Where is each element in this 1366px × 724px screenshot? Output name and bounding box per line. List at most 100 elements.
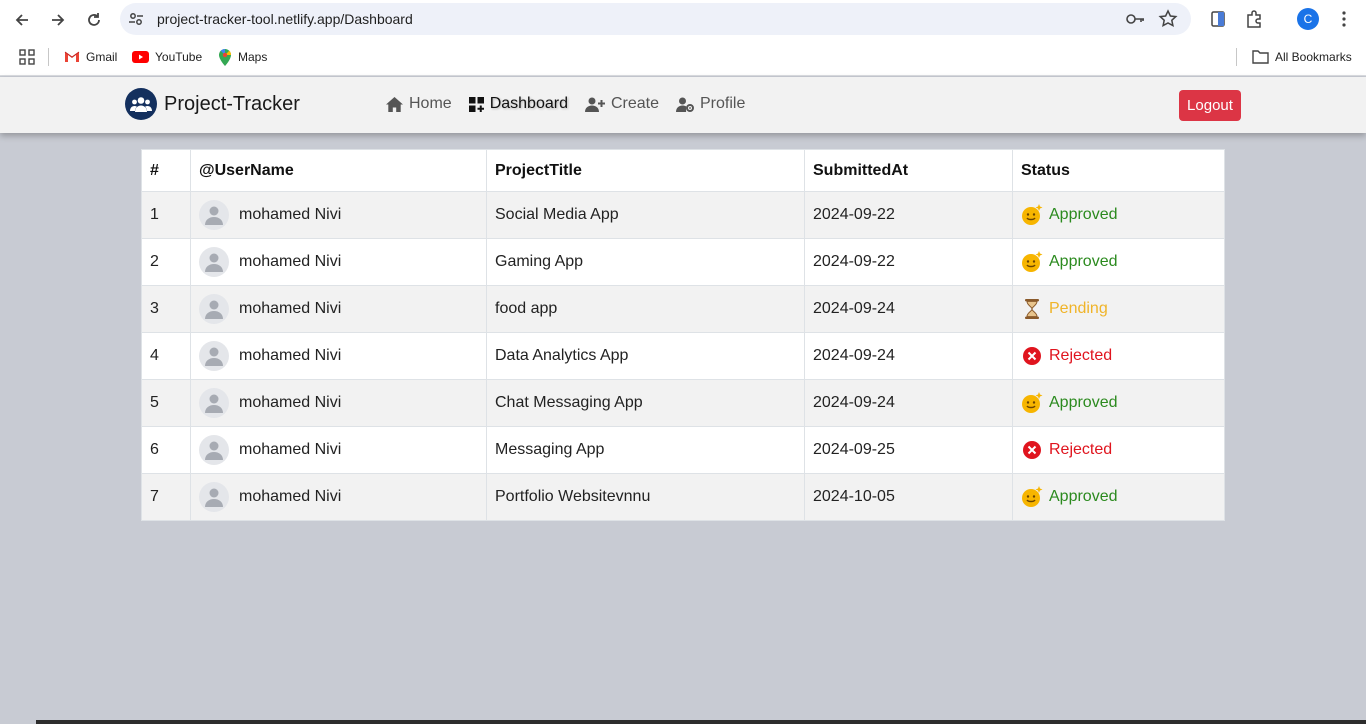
- password-key-icon[interactable]: [1125, 10, 1145, 28]
- row-user: mohamed Nivi: [190, 332, 487, 380]
- back-arrow-icon[interactable]: [11, 9, 33, 31]
- user-name: mohamed Nivi: [239, 347, 342, 364]
- hourglass-icon: [1021, 298, 1043, 320]
- nav-home-label: Home: [409, 95, 452, 112]
- all-bookmarks[interactable]: All Bookmarks: [1252, 48, 1352, 66]
- reload-icon[interactable]: [83, 9, 105, 31]
- table-row[interactable]: 4 mohamed Nivi Data Analytics App 2024-09-2…: [141, 332, 1225, 380]
- header-num: #: [141, 149, 191, 192]
- row-status: Rejected: [1012, 426, 1225, 474]
- table-row[interactable]: 5 mohamed Nivi Chat Messaging App 2024-09-2…: [141, 379, 1225, 427]
- user-name: mohamed Nivi: [239, 441, 342, 458]
- row-number: 4: [141, 332, 191, 380]
- x-circle-icon: [1021, 439, 1043, 461]
- nav-dashboard[interactable]: Dashboard: [468, 95, 568, 113]
- row-status: Pending: [1012, 285, 1225, 333]
- user-name: mohamed Nivi: [239, 253, 342, 270]
- row-status: Approved: [1012, 238, 1225, 286]
- bookmark-label: YouTube: [155, 50, 203, 64]
- row-number: 7: [141, 473, 191, 521]
- dashboard-icon: [468, 96, 484, 112]
- profile-avatar[interactable]: C: [1297, 8, 1319, 30]
- logout-button[interactable]: Logout: [1179, 90, 1241, 121]
- site-settings-icon[interactable]: [128, 11, 144, 27]
- bookmark-youtube[interactable]: YouTube: [132, 48, 202, 66]
- address-bar[interactable]: project-tracker-tool.netlify.app/Dashboa…: [120, 3, 1191, 35]
- user-avatar-icon: [199, 247, 229, 277]
- user-avatar-icon: [199, 341, 229, 371]
- folder-icon: [1252, 50, 1269, 64]
- browser-toolbar: project-tracker-tool.netlify.app/Dashboa…: [0, 0, 1366, 38]
- bookmarks-bar: Gmail YouTube Maps All Bookmarks: [0, 38, 1366, 76]
- extensions-puzzle-icon[interactable]: [1245, 9, 1265, 29]
- project-title: Portfolio Websitevnnu: [486, 473, 805, 521]
- bookmark-maps[interactable]: Maps: [218, 48, 267, 66]
- table-row[interactable]: 1 mohamed Nivi Social Media App 2024-09-22 A…: [141, 191, 1225, 239]
- smiley-sparkle-icon: [1021, 251, 1043, 273]
- user-gear-icon: [676, 97, 694, 112]
- row-user: mohamed Nivi: [190, 285, 487, 333]
- app-navbar: Project-Tracker Home Dashboard Create Pr…: [0, 77, 1366, 133]
- bookmarks-separator: [48, 48, 49, 66]
- user-name: mohamed Nivi: [239, 206, 342, 223]
- user-avatar-icon: [199, 388, 229, 418]
- row-status: Approved: [1012, 473, 1225, 521]
- row-status: Rejected: [1012, 332, 1225, 380]
- table-row[interactable]: 6 mohamed Nivi Messaging App 2024-09-25 Reje…: [141, 426, 1225, 474]
- extension-page-icon[interactable]: [1208, 9, 1228, 29]
- smiley-sparkle-icon: [1021, 392, 1043, 414]
- row-user: mohamed Nivi: [190, 379, 487, 427]
- table-header-row: # @UserName ProjectTitle SubmittedAt Sta…: [141, 149, 1225, 192]
- nav-dashboard-label: Dashboard: [489, 95, 568, 112]
- project-title: Gaming App: [486, 238, 805, 286]
- user-name: mohamed Nivi: [239, 394, 342, 411]
- nav-create-label: Create: [610, 95, 659, 112]
- url-text[interactable]: project-tracker-tool.netlify.app/Dashboa…: [157, 11, 413, 27]
- row-user: mohamed Nivi: [190, 238, 487, 286]
- user-name: mohamed Nivi: [239, 488, 342, 505]
- taskbar-edge: [36, 720, 1366, 724]
- submitted-at: 2024-09-24: [804, 285, 1013, 333]
- submitted-at: 2024-09-25: [804, 426, 1013, 474]
- submitted-at: 2024-09-22: [804, 238, 1013, 286]
- header-project-title: ProjectTitle: [486, 149, 805, 192]
- status-text: Approved: [1049, 253, 1118, 270]
- submitted-at: 2024-09-24: [804, 379, 1013, 427]
- nav-profile[interactable]: Profile: [676, 95, 745, 113]
- user-avatar-icon: [199, 435, 229, 465]
- user-plus-icon: [584, 97, 605, 112]
- brand[interactable]: Project-Tracker: [125, 88, 300, 120]
- bookmark-star-icon[interactable]: [1158, 9, 1178, 29]
- x-circle-icon: [1021, 345, 1043, 367]
- row-user: mohamed Nivi: [190, 473, 487, 521]
- more-menu-icon[interactable]: [1335, 9, 1353, 29]
- table-row[interactable]: 7 mohamed Nivi Portfolio Websitevnnu 2024-1…: [141, 473, 1225, 521]
- forward-arrow-icon[interactable]: [47, 9, 69, 31]
- row-user: mohamed Nivi: [190, 426, 487, 474]
- smiley-sparkle-icon: [1021, 204, 1043, 226]
- row-status: Approved: [1012, 191, 1225, 239]
- gmail-icon: [64, 51, 80, 62]
- project-title: food app: [486, 285, 805, 333]
- header-username: @UserName: [190, 149, 487, 192]
- user-avatar-icon: [199, 200, 229, 230]
- nav-home[interactable]: Home: [386, 95, 452, 113]
- project-title: Messaging App: [486, 426, 805, 474]
- table-row[interactable]: 3 mohamed Nivi food app 2024-09-24 Pending: [141, 285, 1225, 333]
- project-title: Social Media App: [486, 191, 805, 239]
- nav-create[interactable]: Create: [584, 95, 659, 113]
- bookmarks-separator: [1236, 48, 1237, 66]
- maps-icon: [219, 48, 232, 66]
- smiley-sparkle-icon: [1021, 486, 1043, 508]
- all-bookmarks-label: All Bookmarks: [1275, 50, 1352, 64]
- table-row[interactable]: 2 mohamed Nivi Gaming App 2024-09-22 Approve…: [141, 238, 1225, 286]
- home-icon: [386, 96, 403, 112]
- apps-grid-icon[interactable]: [19, 49, 35, 65]
- row-status: Approved: [1012, 379, 1225, 427]
- row-user: mohamed Nivi: [190, 191, 487, 239]
- status-text: Rejected: [1049, 347, 1113, 364]
- status-text: Approved: [1049, 206, 1118, 223]
- users-group-icon: [125, 88, 157, 120]
- bookmark-gmail[interactable]: Gmail: [64, 48, 117, 66]
- nav-profile-label: Profile: [700, 95, 746, 112]
